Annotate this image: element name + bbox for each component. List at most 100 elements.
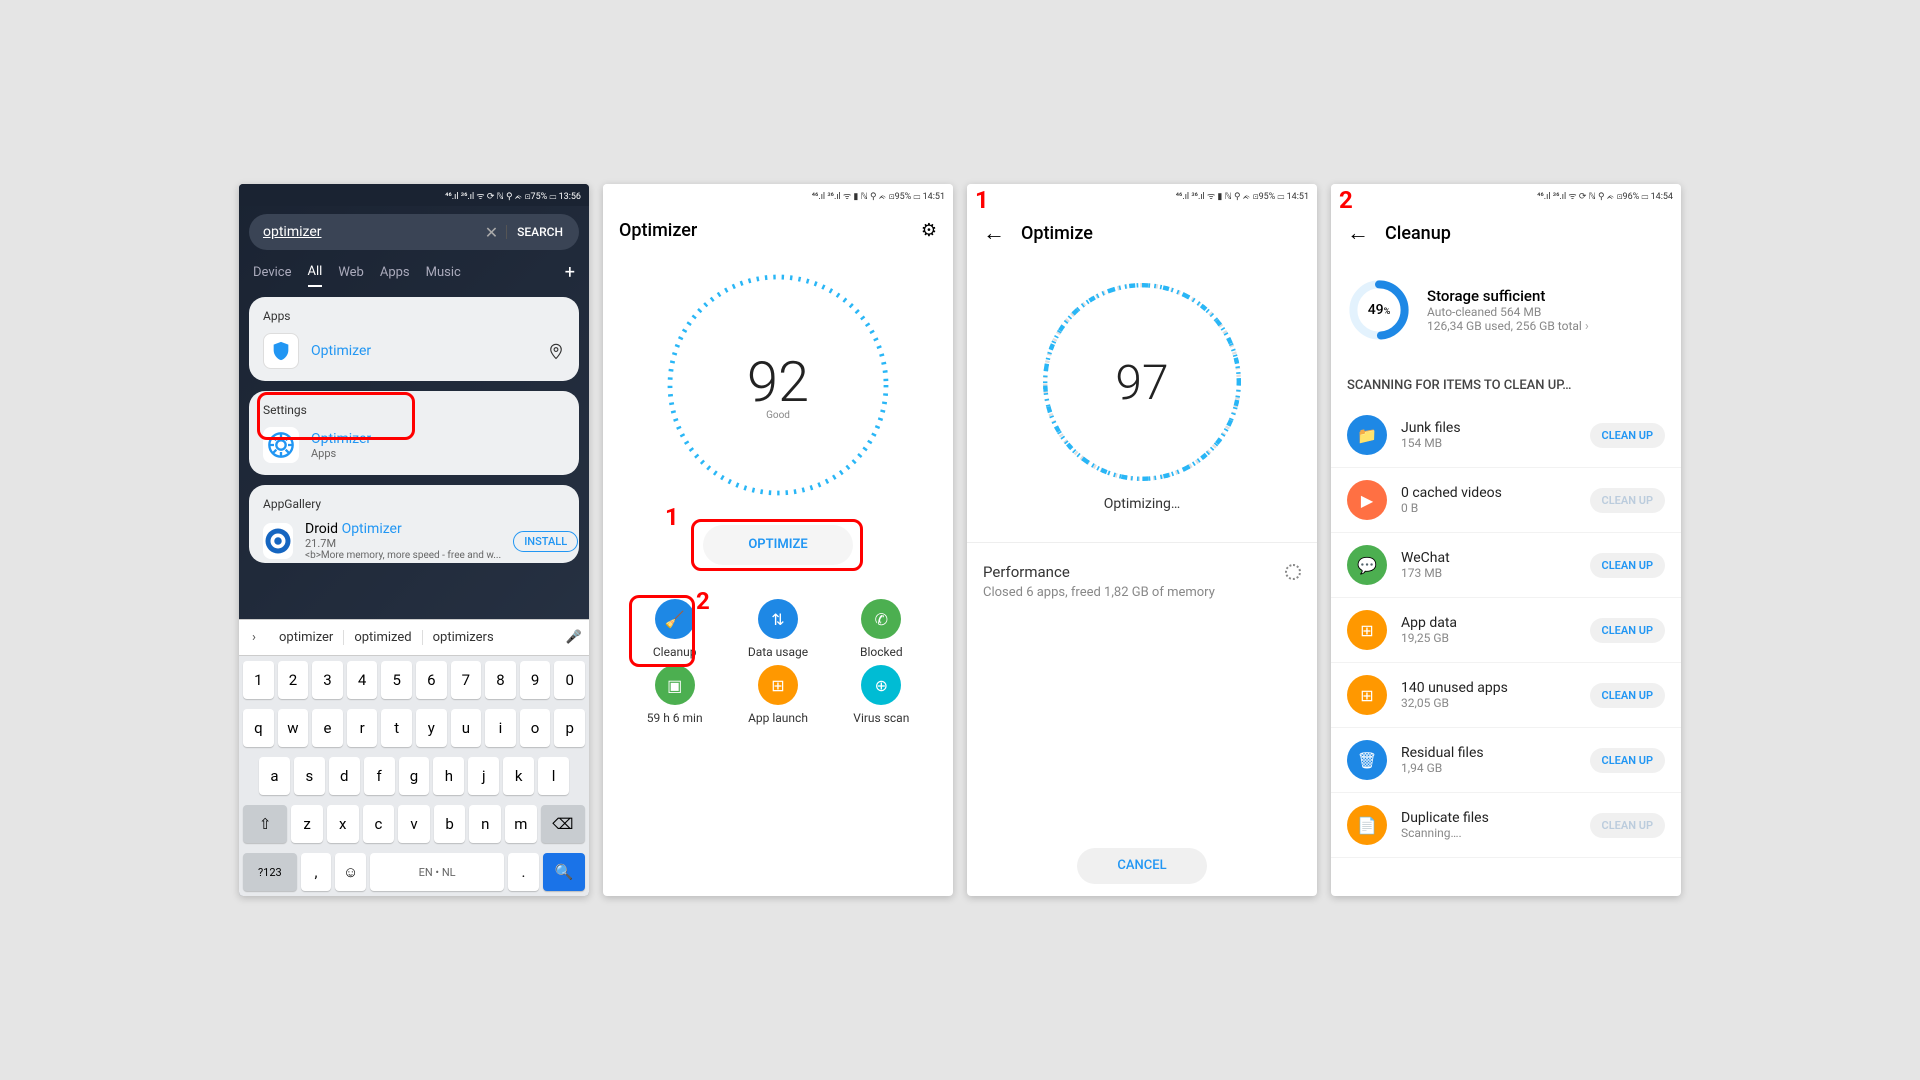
suggestion-3[interactable]: optimizers <box>422 630 504 645</box>
cleanup-item[interactable]: 🗑 Residual files 1,94 GB CLEAN UP <box>1331 728 1681 793</box>
cleanup-item-size: 0 B <box>1401 501 1576 515</box>
key-j[interactable]: j <box>468 757 499 795</box>
key-p[interactable]: p <box>554 709 585 747</box>
tab-all[interactable]: All <box>308 258 323 287</box>
key-g[interactable]: g <box>399 757 430 795</box>
droid-optimizer-name: Droid Optimizer <box>305 521 501 537</box>
key-6[interactable]: 6 <box>416 661 447 699</box>
tool-icon: ⊕ <box>861 665 901 705</box>
cleanup-button[interactable]: CLEAN UP <box>1590 618 1665 643</box>
scanning-title: SCANNING FOR ITEMS TO CLEAN UP… <box>1331 360 1681 403</box>
cleanup-item[interactable]: ⊞ App data 19,25 GB CLEAN UP <box>1331 598 1681 663</box>
key-space[interactable]: EN • NL <box>370 853 504 891</box>
cleanup-item-icon: 🗑 <box>1347 740 1387 780</box>
tool-blocked[interactable]: ✆Blocked <box>830 599 933 659</box>
cleanup-item[interactable]: 📁 Junk files 154 MB CLEAN UP <box>1331 403 1681 468</box>
key-emoji[interactable]: ☺ <box>335 853 366 891</box>
search-button[interactable]: SEARCH <box>506 225 573 239</box>
key-dot[interactable]: . <box>508 853 539 891</box>
optimizer-app-row[interactable]: Optimizer <box>263 333 565 369</box>
cleanup-item-info: App data 19,25 GB <box>1401 615 1576 645</box>
cleanup-button[interactable]: CLEAN UP <box>1590 553 1665 578</box>
key-5[interactable]: 5 <box>381 661 412 699</box>
suggestion-1[interactable]: optimizer <box>269 630 343 645</box>
tool-data-usage[interactable]: ⇅Data usage <box>726 599 829 659</box>
tool-59-h-6-min[interactable]: ▣59 h 6 min <box>623 665 726 725</box>
cleanup-button[interactable]: CLEAN UP <box>1590 423 1665 448</box>
install-button[interactable]: INSTALL <box>513 531 578 552</box>
key-m[interactable]: m <box>505 805 537 843</box>
gear-icon[interactable]: ⚙ <box>921 220 937 241</box>
search-input[interactable]: optimizer <box>263 224 477 240</box>
cancel-button[interactable]: CANCEL <box>1077 848 1207 884</box>
key-9[interactable]: 9 <box>520 661 551 699</box>
cleanup-button[interactable]: CLEAN UP <box>1590 683 1665 708</box>
suggestion-expand-icon[interactable]: › <box>239 630 269 645</box>
add-tab-icon[interactable]: + <box>565 262 575 283</box>
tab-music[interactable]: Music <box>426 259 461 286</box>
key-h[interactable]: h <box>433 757 464 795</box>
key-⇧[interactable]: ⇧ <box>243 805 287 843</box>
key-7[interactable]: 7 <box>451 661 482 699</box>
key-f[interactable]: f <box>364 757 395 795</box>
key-4[interactable]: 4 <box>347 661 378 699</box>
key-u[interactable]: u <box>451 709 482 747</box>
status-bar: ⁴⁶.ıl ³⁶.ıl ᯤ ⟳ ℕ ⚲ ᨃ ⊡75% ▭ 13:56 <box>239 184 589 206</box>
optimizer-header: Optimizer ⚙ <box>603 206 953 255</box>
keyboard[interactable]: › optimizer optimized optimizers 🎤 12345… <box>239 619 589 896</box>
key-⌫[interactable]: ⌫ <box>541 805 585 843</box>
key-o[interactable]: o <box>520 709 551 747</box>
settings-item-sub: Apps <box>311 447 371 460</box>
clear-icon[interactable]: ✕ <box>477 223 506 242</box>
mic-icon[interactable]: 🎤 <box>559 630 589 645</box>
key-s[interactable]: s <box>294 757 325 795</box>
key-c[interactable]: c <box>363 805 395 843</box>
key-0[interactable]: 0 <box>554 661 585 699</box>
key-b[interactable]: b <box>434 805 466 843</box>
cleanup-item[interactable]: 📄 Duplicate files Scanning…. CLEAN UP <box>1331 793 1681 858</box>
key-8[interactable]: 8 <box>485 661 516 699</box>
key-e[interactable]: e <box>312 709 343 747</box>
key-q[interactable]: q <box>243 709 274 747</box>
key-x[interactable]: x <box>327 805 359 843</box>
cleanup-button[interactable]: CLEAN UP <box>1590 813 1665 838</box>
tab-device[interactable]: Device <box>253 259 292 286</box>
suggestion-2[interactable]: optimized <box>343 630 421 645</box>
key-1[interactable]: 1 <box>243 661 274 699</box>
tool-app-launch[interactable]: ⊞App launch <box>726 665 829 725</box>
key-comma[interactable]: , <box>301 853 332 891</box>
key-z[interactable]: z <box>291 805 323 843</box>
droid-optimizer-row[interactable]: Droid Optimizer 21.7M <b>More memory, mo… <box>263 521 565 561</box>
key-w[interactable]: w <box>278 709 309 747</box>
storage-summary[interactable]: 49% Storage sufficient Auto-cleaned 564 … <box>1331 260 1681 360</box>
cleanup-button[interactable]: CLEAN UP <box>1590 748 1665 773</box>
key-3[interactable]: 3 <box>312 661 343 699</box>
key-y[interactable]: y <box>416 709 447 747</box>
status-icons: ⁴⁶.ıl ³⁶.ıl ᯤ ⟳ ℕ ⚲ ᨃ ⊡75% ▭ 13:56 <box>445 189 581 202</box>
tab-web[interactable]: Web <box>338 259 364 286</box>
search-box[interactable]: optimizer ✕ SEARCH <box>249 214 579 250</box>
tool-virus-scan[interactable]: ⊕Virus scan <box>830 665 933 725</box>
back-arrow-icon[interactable]: ← <box>1347 220 1369 246</box>
key-n[interactable]: n <box>469 805 501 843</box>
key-l[interactable]: l <box>538 757 569 795</box>
droid-optimizer-icon <box>263 523 293 559</box>
key-d[interactable]: d <box>329 757 360 795</box>
key-t[interactable]: t <box>381 709 412 747</box>
key-k[interactable]: k <box>503 757 534 795</box>
key-i[interactable]: i <box>485 709 516 747</box>
location-icon[interactable] <box>547 342 565 360</box>
cleanup-item[interactable]: ⊞ 140 unused apps 32,05 GB CLEAN UP <box>1331 663 1681 728</box>
cleanup-item-name: WeChat <box>1401 550 1576 566</box>
cleanup-button[interactable]: CLEAN UP <box>1590 488 1665 513</box>
key-r[interactable]: r <box>347 709 378 747</box>
key-a[interactable]: a <box>259 757 290 795</box>
key-v[interactable]: v <box>398 805 430 843</box>
key-search[interactable]: 🔍 <box>543 853 585 891</box>
key-2[interactable]: 2 <box>278 661 309 699</box>
back-arrow-icon[interactable]: ← <box>983 220 1005 246</box>
key-sym[interactable]: ?123 <box>243 853 297 891</box>
cleanup-item[interactable]: 💬 WeChat 173 MB CLEAN UP <box>1331 533 1681 598</box>
tab-apps[interactable]: Apps <box>380 259 410 286</box>
cleanup-item[interactable]: ▶ 0 cached videos 0 B CLEAN UP <box>1331 468 1681 533</box>
